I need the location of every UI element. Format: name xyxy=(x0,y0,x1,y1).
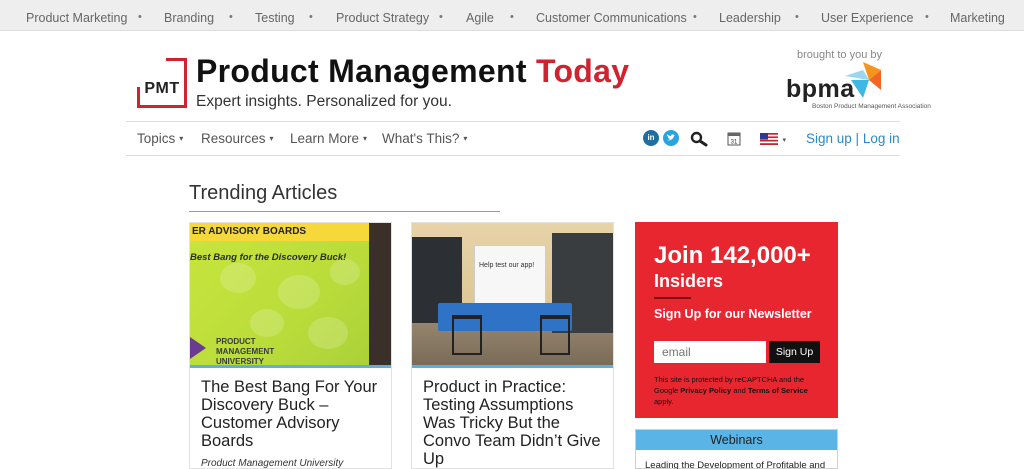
sign-up-link[interactable]: Sign up xyxy=(806,131,852,146)
webinars-heading: Webinars xyxy=(636,430,837,450)
webinars-widget: Webinars Leading the Development of Prof… xyxy=(635,429,838,469)
article-image[interactable]: Help test our app! xyxy=(412,223,613,365)
recaptcha-notice: This site is protected by reCAPTCHA and … xyxy=(654,375,808,406)
svg-text:31: 31 xyxy=(731,140,738,146)
nav-resources[interactable]: Resources ▾ xyxy=(201,131,274,146)
newsletter-signup-box: Join 142,000+ Insiders Sign Up for our N… xyxy=(635,222,838,418)
chevron-down-icon: ▾ xyxy=(782,137,786,144)
tag-separator: • xyxy=(795,11,799,23)
insiders-heading: Insiders xyxy=(654,271,724,291)
webinar-link[interactable]: Leading the Development of Profitable an… xyxy=(645,460,825,469)
search-icon[interactable] xyxy=(690,131,708,147)
pmu-logo-icon xyxy=(190,337,206,359)
image-sign: Help test our app! xyxy=(474,245,546,307)
tag-separator: • xyxy=(138,11,142,23)
insider-count: 142,000+ xyxy=(710,242,811,269)
calendar-icon[interactable]: 31 xyxy=(727,131,741,146)
trending-underline xyxy=(189,211,500,212)
join-heading: Join 142,000+ xyxy=(654,242,811,269)
newsletter-heading: Sign Up for our Newsletter xyxy=(654,307,812,321)
log-in-link[interactable]: Log in xyxy=(863,131,900,146)
tag-leadership[interactable]: Leadership xyxy=(719,11,781,25)
main-nav: Topics ▾ Resources ▾ Learn More ▾ What's Th… xyxy=(126,121,900,156)
article-author[interactable]: Product Management University xyxy=(201,458,343,469)
linkedin-icon[interactable]: in xyxy=(643,130,659,146)
tag-separator: • xyxy=(229,11,233,23)
site-title-accent: Today xyxy=(535,53,630,89)
tag-separator: • xyxy=(510,11,514,23)
tag-product-marketing[interactable]: Product Marketing xyxy=(26,11,127,25)
auth-links: Sign up | Log in xyxy=(806,131,900,146)
link-separator: | xyxy=(851,131,863,146)
us-flag-icon xyxy=(760,133,778,145)
article-card[interactable]: Help test our app! Product in Practice: … xyxy=(411,222,614,469)
chevron-down-icon: ▾ xyxy=(269,134,274,143)
brought-to-you-by: brought to you by xyxy=(797,49,883,61)
tag-product-strategy[interactable]: Product Strategy xyxy=(336,11,429,25)
chevron-down-icon: ▾ xyxy=(363,134,368,143)
language-selector[interactable]: ▾ xyxy=(760,132,786,150)
nav-whats-this[interactable]: What's This? ▾ xyxy=(382,131,467,146)
site-title[interactable]: Product Management Today xyxy=(196,53,629,90)
site-title-main: Product Management xyxy=(196,53,536,89)
tag-user-experience[interactable]: User Experience xyxy=(821,11,913,25)
tag-separator: • xyxy=(439,11,443,23)
bpma-full-name: Boston Product Management Association xyxy=(812,103,931,110)
site-tagline: Expert insights. Personalized for you. xyxy=(196,93,452,110)
pmt-logo-text: PMT xyxy=(144,80,180,97)
tag-marketing[interactable]: Marketing xyxy=(950,11,1005,25)
image-subtitle: Best Bang for the Discovery Buck! xyxy=(190,252,347,263)
image-brand: PRODUCT MANAGEMENT UNIVERSITY xyxy=(216,337,275,365)
tag-separator: • xyxy=(309,11,313,23)
divider xyxy=(654,297,691,299)
sign-up-button[interactable]: Sign Up xyxy=(769,341,820,363)
trending-heading: Trending Articles xyxy=(189,182,338,204)
article-title[interactable]: The Best Bang For Your Discovery Buck – … xyxy=(201,378,386,450)
image-banner-text: ER ADVISORY BOARDS xyxy=(192,226,307,237)
tag-separator: • xyxy=(693,11,697,23)
twitter-icon[interactable] xyxy=(663,130,679,146)
email-field[interactable] xyxy=(654,341,766,363)
chevron-down-icon: ▾ xyxy=(463,134,468,143)
article-card[interactable]: ER ADVISORY BOARDS Best Bang for the Dis… xyxy=(189,222,392,469)
tag-separator: • xyxy=(925,11,929,23)
tag-agile[interactable]: Agile xyxy=(466,11,494,25)
chevron-down-icon: ▾ xyxy=(179,134,184,143)
terms-of-service-link[interactable]: Terms of Service xyxy=(748,386,808,395)
privacy-policy-link[interactable]: Privacy Policy xyxy=(680,386,731,395)
pmt-logo[interactable]: PMT xyxy=(137,58,187,108)
article-image[interactable]: ER ADVISORY BOARDS Best Bang for the Dis… xyxy=(190,223,391,365)
tag-branding[interactable]: Branding xyxy=(164,11,214,25)
tag-testing[interactable]: Testing xyxy=(255,11,295,25)
topic-tag-bar: Product Marketing • Branding • Testing •… xyxy=(0,0,1024,31)
article-title[interactable]: Product in Practice: Testing Assumptions… xyxy=(423,378,608,468)
tag-customer-communications[interactable]: Customer Communications xyxy=(536,11,687,25)
nav-topics[interactable]: Topics ▾ xyxy=(137,131,183,146)
bpma-logo-mark-icon xyxy=(845,62,881,98)
nav-learn-more[interactable]: Learn More ▾ xyxy=(290,131,367,146)
